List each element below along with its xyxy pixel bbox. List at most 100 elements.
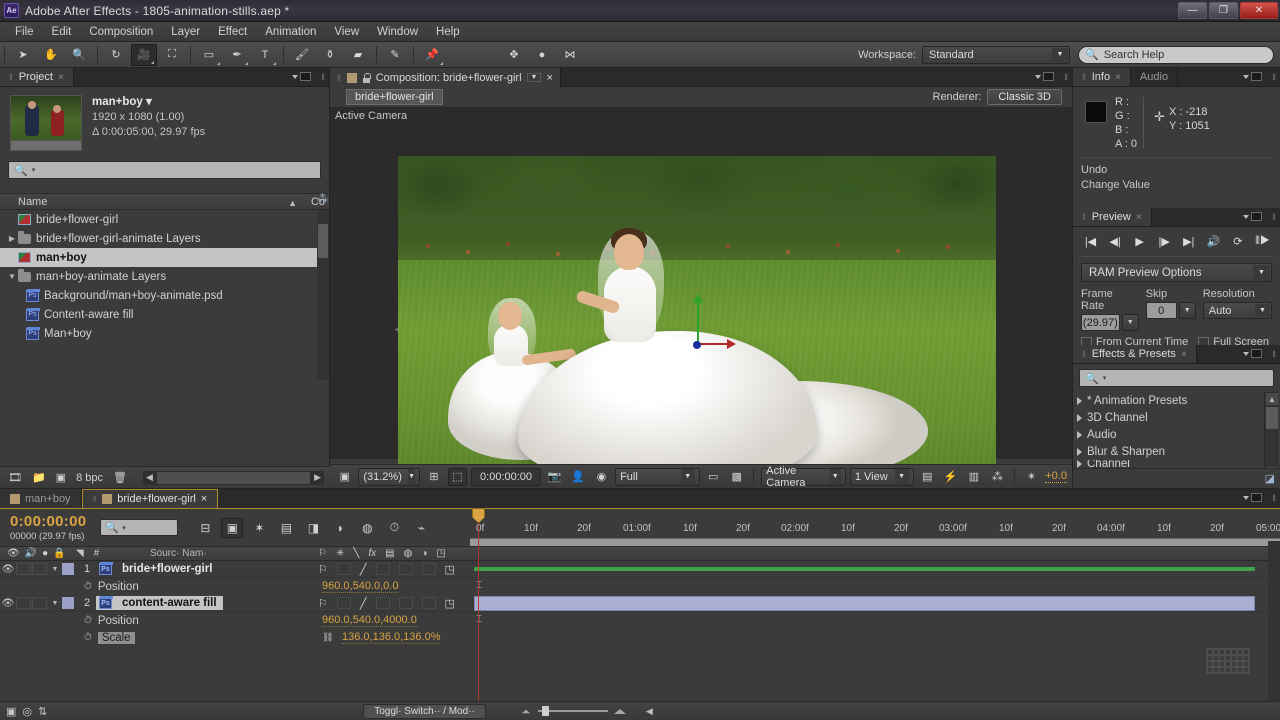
effects-search-input[interactable]: 🔍 ▾ [1079, 369, 1274, 387]
camera-tool[interactable]: 🎥 [131, 43, 157, 66]
solo-toggle[interactable] [32, 597, 47, 609]
audio-icon[interactable]: 🔊 [1204, 233, 1223, 250]
pan-behind-tool[interactable]: ⛶ [159, 44, 185, 66]
list-item[interactable]: Channel [1077, 460, 1280, 468]
next-frame-icon[interactable]: |▶ [1155, 233, 1174, 250]
timeline-ruler[interactable]: 0f 10f 20f 01:00f 10f 20f 02:00f 10f 20f… [470, 508, 1280, 546]
collapse-transformations-icon[interactable]: ✳ [336, 548, 344, 559]
rotation-tool[interactable]: ↻ [103, 44, 129, 66]
close-icon[interactable]: × [1115, 72, 1121, 83]
fx-toggle[interactable] [375, 563, 390, 575]
move-anchor-icon[interactable]: ✥ [501, 44, 527, 66]
property-track[interactable]: ⌶ [470, 578, 1280, 595]
3d-layer-icon[interactable]: ◳ [436, 548, 445, 559]
table-row[interactable]: ⏱ Position 960.0,540.0,0.0 ⌶ [0, 578, 1280, 595]
timeline-zoom-slider[interactable] [520, 706, 626, 716]
shy-icon[interactable]: ⚐ [318, 548, 327, 559]
scroll-up-icon[interactable]: ▲ [1266, 393, 1278, 405]
sphere-icon[interactable]: ● [529, 44, 555, 66]
menu-effect[interactable]: Effect [209, 24, 256, 40]
search-help-input[interactable]: 🔍 Search Help [1078, 45, 1274, 64]
close-icon[interactable]: × [58, 72, 64, 83]
show-snapshot-icon[interactable]: 👤 [568, 468, 587, 486]
frame-blend-toggle[interactable] [398, 597, 413, 609]
motion-blur-toggle[interactable] [421, 563, 436, 575]
shape-tool[interactable]: ▭ [196, 44, 222, 66]
layer-track[interactable] [470, 595, 1280, 611]
motion-blur-toggle[interactable] [421, 597, 436, 609]
menu-composition[interactable]: Composition [80, 24, 162, 40]
scroll-right-icon[interactable]: ▶ [314, 472, 321, 483]
stopwatch-icon[interactable]: ⏱ [84, 632, 92, 643]
timeline-search-input[interactable]: 🔍 ▾ [100, 519, 179, 536]
skip-value[interactable]: 0 [1145, 302, 1177, 319]
composition-canvas[interactable] [398, 156, 996, 494]
layer-name[interactable]: Ps bride+flower-girl [96, 562, 218, 576]
camera-view-select[interactable]: Active Camera ▼ [761, 465, 846, 489]
lock-icon[interactable] [362, 72, 371, 83]
renderer-button[interactable]: Classic 3D [987, 89, 1062, 105]
breadcrumb[interactable]: bride+flower-girl [346, 89, 443, 105]
axis-x-icon[interactable] [698, 339, 736, 349]
source-name-header[interactable]: Sourc· Nam· [150, 548, 207, 559]
lock-icon[interactable]: 🔒 [53, 548, 65, 559]
minimize-button[interactable]: — [1178, 2, 1207, 19]
stopwatch-icon[interactable]: ⏱ [84, 581, 92, 592]
chevron-down-icon[interactable]: ▼ [1121, 314, 1139, 331]
graph-editor-icon[interactable]: ◍ [356, 518, 378, 538]
zoom-out-icon[interactable] [521, 709, 531, 713]
effects-panel-menu[interactable] [1243, 349, 1262, 358]
property-value[interactable]: 136.0,136.0,136.0% [342, 631, 441, 644]
list-item[interactable]: Audio [1077, 426, 1280, 443]
quality-icon[interactable]: ╱ [360, 563, 367, 576]
axis-y-icon[interactable] [693, 294, 703, 346]
disclosure-icon[interactable]: ▼ [6, 272, 18, 281]
toggle-switches-modes-button[interactable]: Toggl· Switch·· / Mod·· [363, 703, 486, 719]
list-item[interactable]: Ps Man+boy [0, 324, 329, 343]
project-settings-icon[interactable]: ▣ [56, 471, 66, 484]
frame-blend-toggle[interactable] [398, 563, 413, 575]
chevron-down-icon[interactable]: ▼ [526, 73, 542, 82]
list-item[interactable]: 3D Channel [1077, 409, 1280, 426]
table-row[interactable]: 👁 ▼ 1 Ps bride+flower-girl ⚐ ╱ ◳ [0, 561, 1280, 578]
eye-icon[interactable]: 👁 [0, 564, 16, 575]
shy-icon[interactable]: ⚐ [318, 563, 328, 576]
disclosure-icon[interactable]: ▼ [48, 566, 62, 573]
list-item[interactable]: bride+flower-girl [0, 210, 329, 229]
scroll-left-icon[interactable]: ◀ [146, 472, 153, 483]
list-item[interactable]: man+boy [0, 248, 329, 267]
new-animation-preset-icon[interactable]: ◪ [1265, 472, 1275, 485]
exposure-value[interactable]: +0.0 [1045, 470, 1067, 483]
comp-flowchart-icon[interactable]: ◎ [22, 705, 32, 718]
scrollbar-thumb[interactable] [1266, 407, 1278, 429]
eye-icon[interactable]: 👁 [7, 548, 20, 559]
puppet-pin-tool[interactable]: 📌 [419, 44, 445, 66]
close-icon[interactable]: × [1181, 349, 1187, 360]
fx-icon[interactable]: fx [368, 548, 376, 559]
preview-resolution-select[interactable]: Auto ▼ [1202, 302, 1272, 319]
toggle-transparency-grid-icon[interactable]: ▣ [335, 468, 354, 486]
motion-blur-icon[interactable]: ◨ [302, 518, 324, 538]
info-panel-menu[interactable] [1243, 72, 1262, 81]
new-composition-icon[interactable]: 🎞 [8, 471, 22, 484]
shy-icon[interactable]: ⚐ [318, 597, 328, 610]
property-name[interactable]: Position [98, 581, 139, 593]
toggle-grid-guides-icon[interactable]: ⊞ [424, 468, 443, 486]
layer-track[interactable] [470, 561, 1280, 577]
motion-blur-icon[interactable]: ◍ [404, 548, 413, 559]
ram-preview-options-select[interactable]: RAM Preview Options ▼ [1081, 263, 1272, 282]
frame-blending-icon[interactable]: ▤ [275, 518, 297, 538]
close-icon[interactable]: × [1136, 212, 1142, 223]
disclosure-icon[interactable] [1077, 413, 1082, 422]
previous-frame-icon[interactable]: ◀| [1106, 233, 1125, 250]
solo-icon[interactable]: ● [42, 548, 48, 559]
layer-duration-bar[interactable] [474, 567, 1255, 571]
disclosure-icon[interactable]: ▶ [6, 234, 18, 243]
project-scrollbar[interactable] [317, 210, 329, 380]
take-snapshot-icon[interactable]: 📷 [545, 468, 564, 486]
comp-flowchart-icon[interactable]: ⁂ [988, 468, 1007, 486]
timeline-scrollbar[interactable] [1268, 541, 1280, 701]
list-item[interactable]: * Animation Presets [1077, 392, 1280, 409]
pen-tool[interactable]: ✒ [224, 44, 250, 66]
zoom-select[interactable]: (31.2%) ▼ [358, 467, 421, 486]
